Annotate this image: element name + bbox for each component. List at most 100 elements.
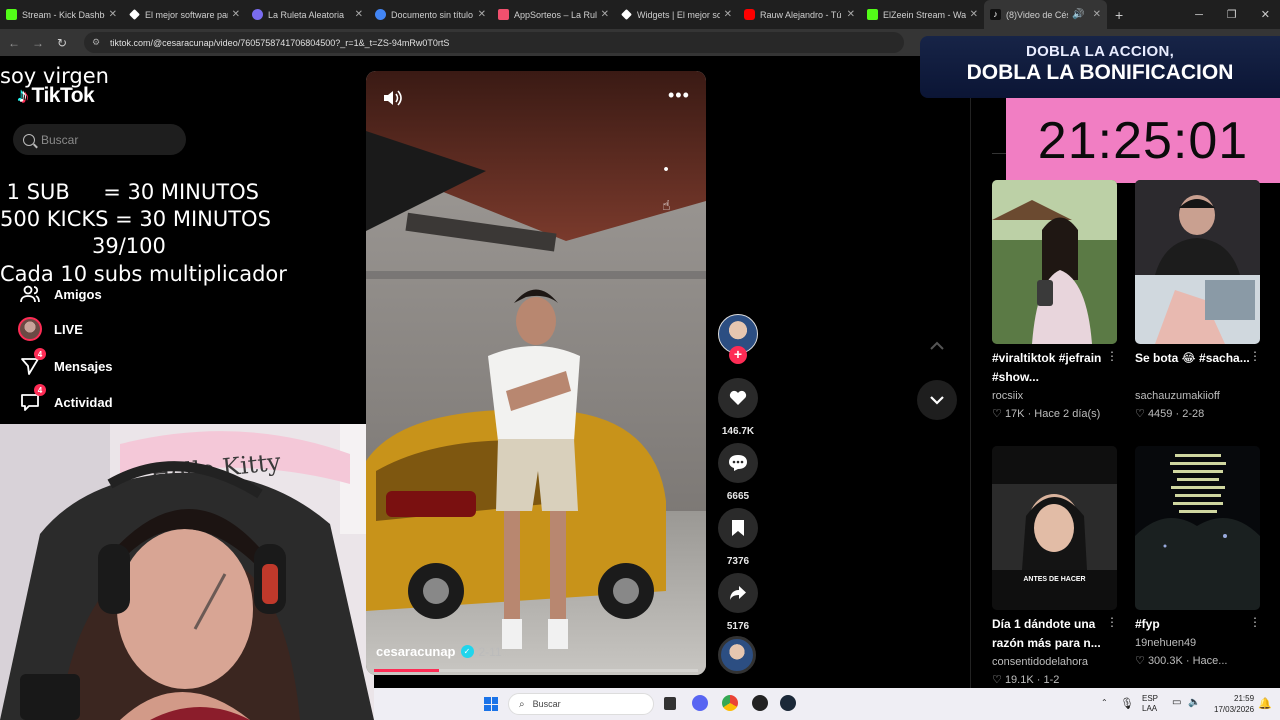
more-options-icon[interactable]: ⋮ bbox=[1106, 615, 1118, 629]
language-code: ESP bbox=[1142, 694, 1159, 703]
nav-item-actividad[interactable]: 4 Actividad bbox=[18, 384, 113, 414]
keyboard-layout: LAA bbox=[1142, 704, 1158, 713]
webcam-feed: Hello Kitty bbox=[0, 424, 374, 720]
like-count: 19.1K bbox=[1004, 674, 1034, 686]
site-info-icon[interactable]: ⚙ bbox=[92, 37, 104, 49]
related-video-author[interactable]: sachauzumakiioff bbox=[1135, 390, 1220, 402]
tab-elzeein[interactable]: ElZeein Stream - Watch ✕ bbox=[861, 0, 984, 29]
tab-software[interactable]: El mejor software para ✕ bbox=[123, 0, 246, 29]
taskbar-search-input[interactable]: ⌕ Buscar bbox=[508, 693, 654, 715]
discord-icon[interactable] bbox=[692, 695, 708, 711]
close-icon[interactable]: ✕ bbox=[724, 9, 732, 20]
related-video-title[interactable]: Día 1 dándote una razón más para n... bbox=[992, 615, 1110, 653]
browser-tab-bar: Stream - Kick Dashboard ✕ El mejor softw… bbox=[0, 0, 1280, 29]
related-video-thumbnail[interactable] bbox=[1135, 180, 1260, 344]
tab-ruleta[interactable]: La Ruleta Aleatoria ✕ bbox=[246, 0, 369, 29]
share-button[interactable]: 5176 bbox=[718, 573, 758, 632]
related-video-title[interactable]: Se bota 😂 #sacha... bbox=[1135, 349, 1253, 368]
close-icon[interactable]: ✕ bbox=[109, 9, 117, 20]
obs-icon[interactable] bbox=[752, 695, 768, 711]
save-button[interactable]: 7376 bbox=[718, 508, 758, 567]
related-video-title[interactable]: #fyp bbox=[1135, 615, 1253, 634]
more-options-icon[interactable]: ⋮ bbox=[1106, 349, 1118, 363]
thumbnail-image bbox=[992, 446, 1117, 610]
kick-icon bbox=[867, 9, 878, 20]
sound-avatar[interactable] bbox=[718, 636, 758, 674]
tab-label: Documento sin título bbox=[391, 9, 474, 20]
maximize-icon[interactable]: ❐ bbox=[1227, 8, 1237, 21]
url-field[interactable]: ⚙ tiktok.com/@cesaracunap/video/76057587… bbox=[84, 32, 904, 53]
docs-icon bbox=[375, 9, 386, 20]
badge: 4 bbox=[34, 348, 46, 360]
video-player[interactable]: ••• cesaracunap ✓ 2-11 bbox=[366, 71, 706, 675]
related-video-thumbnail[interactable] bbox=[1135, 446, 1260, 610]
previous-video-button[interactable] bbox=[917, 326, 957, 366]
follow-plus-icon[interactable]: + bbox=[729, 346, 747, 364]
close-icon[interactable]: ✕ bbox=[1093, 9, 1101, 20]
close-icon[interactable]: ✕ bbox=[232, 9, 240, 20]
creator-avatar-button[interactable]: + bbox=[718, 314, 758, 364]
search-input[interactable]: Buscar bbox=[13, 124, 186, 155]
network-icon[interactable]: ▭ bbox=[1172, 697, 1181, 708]
volume-icon[interactable] bbox=[382, 89, 402, 112]
like-button[interactable]: 146.7K bbox=[718, 378, 758, 437]
reload-icon[interactable]: ↻ bbox=[50, 36, 74, 50]
search-placeholder: Buscar bbox=[41, 132, 79, 147]
video-progress-bar[interactable] bbox=[374, 669, 698, 672]
more-options-icon[interactable]: ⋮ bbox=[1249, 349, 1261, 363]
diamond-icon bbox=[621, 9, 632, 20]
more-options-icon[interactable]: ⋮ bbox=[1249, 615, 1261, 629]
file-explorer-icon[interactable] bbox=[664, 697, 676, 710]
tab-kick-dashboard[interactable]: Stream - Kick Dashboard ✕ bbox=[0, 0, 123, 29]
new-tab-button[interactable]: + bbox=[1115, 7, 1123, 23]
save-count: 7376 bbox=[726, 556, 750, 567]
back-icon[interactable]: ← bbox=[2, 36, 26, 50]
comment-button[interactable]: 6665 bbox=[718, 443, 758, 502]
related-video-title[interactable]: #viraltiktok #jefrain #show... bbox=[992, 349, 1110, 387]
kick-icon bbox=[6, 9, 17, 20]
tab-documento[interactable]: Documento sin título ✕ bbox=[369, 0, 492, 29]
nav-item-live[interactable]: LIVE bbox=[18, 317, 83, 341]
chevron-up-icon[interactable]: ⌃ bbox=[1101, 698, 1108, 707]
related-video-author[interactable]: 19nehuen49 bbox=[1135, 637, 1196, 649]
close-icon[interactable]: ✕ bbox=[601, 9, 609, 20]
related-video-author[interactable]: consentidodelahora bbox=[992, 656, 1088, 668]
tab-tiktok-video[interactable]: ♪ (8)Video de Cés 🔊 ✕ bbox=[984, 0, 1107, 29]
steam-icon[interactable] bbox=[780, 695, 796, 711]
author-name: cesaracunap bbox=[376, 644, 456, 659]
heart-outline-icon: ♡ bbox=[1135, 655, 1145, 667]
close-window-icon[interactable]: ✕ bbox=[1261, 8, 1270, 21]
minimize-icon[interactable]: ─ bbox=[1195, 9, 1203, 21]
share-count: 5176 bbox=[726, 621, 750, 632]
speaker-icon[interactable]: 🔊 bbox=[1072, 9, 1084, 20]
post-date: 1-2 bbox=[1043, 674, 1060, 686]
microphone-icon[interactable]: 🎙 bbox=[1120, 697, 1134, 710]
next-video-button[interactable] bbox=[917, 380, 957, 420]
windows-start-icon[interactable] bbox=[484, 697, 498, 711]
forward-icon[interactable]: → bbox=[26, 36, 50, 50]
tab-youtube[interactable]: Rauw Alejandro - Tú ✕ bbox=[738, 0, 861, 29]
close-icon[interactable]: ✕ bbox=[478, 9, 486, 20]
close-icon[interactable]: ✕ bbox=[847, 9, 855, 20]
related-video-author[interactable]: rocsiix bbox=[992, 390, 1023, 402]
close-icon[interactable]: ✕ bbox=[970, 9, 978, 20]
tab-widgets[interactable]: Widgets | El mejor softw ✕ bbox=[615, 0, 738, 29]
close-icon[interactable]: ✕ bbox=[355, 9, 363, 20]
promo-line-1: DOBLA LA ACCION, bbox=[1025, 43, 1175, 60]
volume-icon[interactable]: 🔈 bbox=[1188, 697, 1200, 708]
clock[interactable]: 21:59 17/03/2026 bbox=[1214, 693, 1254, 715]
like-count: 146.7K bbox=[721, 426, 755, 437]
tab-label: AppSorteos – La Ruleta bbox=[514, 9, 597, 20]
chevron-down-icon bbox=[930, 396, 944, 405]
search-icon bbox=[23, 133, 35, 146]
related-video-thumbnail[interactable]: ANTES DE HACER bbox=[992, 446, 1117, 610]
tab-appsorteos[interactable]: AppSorteos – La Ruleta ✕ bbox=[492, 0, 615, 29]
related-video-stats: ♡ 4459 · 2-28 bbox=[1135, 408, 1205, 420]
nav-item-mensajes[interactable]: 4 Mensajes bbox=[18, 348, 113, 378]
chrome-icon[interactable] bbox=[722, 695, 738, 711]
language-indicator[interactable]: ESP LAA bbox=[1142, 694, 1158, 714]
notification-icon[interactable]: 🔔 bbox=[1258, 697, 1272, 710]
related-video-thumbnail[interactable] bbox=[992, 180, 1117, 344]
video-author[interactable]: cesaracunap ✓ 2-11 bbox=[376, 644, 502, 659]
more-options-icon[interactable]: ••• bbox=[668, 85, 690, 106]
